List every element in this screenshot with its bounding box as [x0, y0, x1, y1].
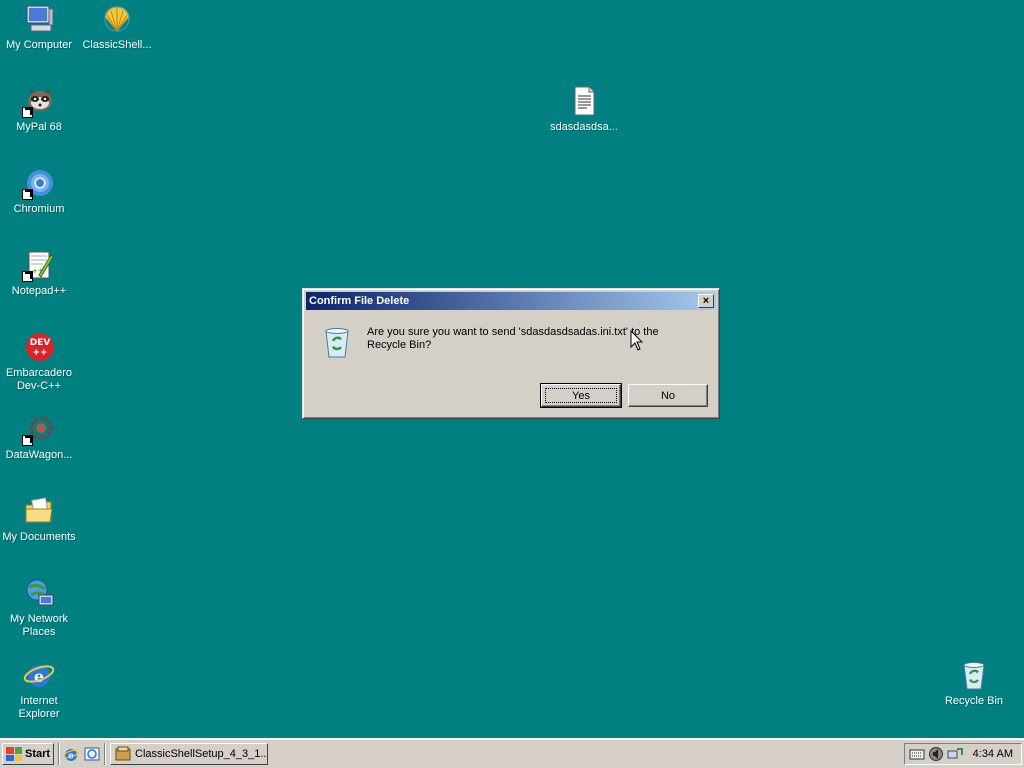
svg-text:DEV: DEV [30, 338, 51, 348]
taskbar: Start e ClassicShellSetup_4_3_1... 4:34 … [0, 738, 1024, 768]
raccoon-icon [22, 84, 56, 118]
desktop-icon-devcpp[interactable]: DEV ++ Embarcadero Dev-C++ [0, 330, 78, 393]
icon-label: Chromium [13, 203, 65, 215]
icon-label: My Computer [5, 39, 73, 51]
clock[interactable]: 4:34 AM [973, 748, 1013, 760]
icon-label: Notepad++ [11, 285, 67, 297]
shortcut-arrow-icon [22, 189, 33, 200]
system-tray: 4:34 AM [904, 743, 1022, 765]
mouse-cursor-icon [630, 329, 644, 352]
recycle-bin-icon [957, 658, 991, 692]
notepad-plus-icon: ++ [22, 248, 56, 282]
volume-icon[interactable] [928, 746, 944, 762]
icon-label: My Documents [2, 531, 76, 543]
gear-icon [22, 412, 56, 446]
no-button[interactable]: No [628, 384, 708, 407]
shortcut-arrow-icon [22, 107, 33, 118]
yes-button-label: Yes [572, 389, 590, 402]
icon-label: ClassicShell... [82, 39, 152, 51]
shell-icon [100, 2, 134, 36]
icon-label: DataWagon... [5, 449, 73, 461]
desktop-icon-recycle-bin[interactable]: Recycle Bin [935, 658, 1013, 708]
windows-flag-icon [6, 747, 22, 761]
taskbar-button-label: ClassicShellSetup_4_3_1... [135, 748, 268, 760]
close-icon: × [702, 294, 710, 307]
network-tray-icon[interactable] [947, 746, 963, 762]
devcpp-icon: DEV ++ [22, 330, 56, 364]
computer-icon [22, 2, 56, 36]
recycle-bin-icon [321, 325, 353, 359]
start-label: Start [25, 748, 51, 760]
dialog-title: Confirm File Delete [309, 295, 410, 307]
installer-icon [115, 746, 131, 761]
svg-text:++: ++ [32, 267, 44, 275]
no-button-label: No [660, 389, 676, 402]
close-button[interactable]: × [698, 294, 714, 308]
icon-label: sdasdasdsa... [550, 121, 618, 133]
desktop-icon-classicshell[interactable]: ClassicShell... [78, 2, 156, 52]
text-file-icon [567, 84, 601, 118]
folder-icon [22, 494, 56, 528]
network-icon [22, 576, 56, 610]
yes-button[interactable]: Yes [540, 383, 622, 408]
ie-quicklaunch-icon[interactable]: e [63, 746, 79, 762]
chromium-icon [22, 166, 56, 200]
desktop-icon-notepadpp[interactable]: ++ Notepad++ [0, 248, 78, 298]
start-button[interactable]: Start [2, 743, 54, 765]
ie-icon: e [22, 658, 56, 692]
desktop-icon-network[interactable]: My Network Places [0, 576, 78, 639]
icon-label: MyPal 68 [16, 121, 62, 133]
icon-label: Internet Explorer [18, 695, 60, 720]
svg-text:++: ++ [32, 348, 47, 358]
desktop-icon-datawagon[interactable]: DataWagon... [0, 412, 78, 462]
desktop-icon-my-computer[interactable]: My Computer [0, 2, 78, 52]
desktop-icon-text-file[interactable]: sdasdasdsa... [545, 84, 623, 134]
desktop-icon-chromium[interactable]: Chromium [0, 166, 78, 216]
desktop-icon-ie[interactable]: e Internet Explorer [0, 658, 78, 721]
desktop-icon-my-documents[interactable]: My Documents [0, 494, 78, 544]
confirm-delete-dialog: Confirm File Delete × Are you sure you w… [302, 288, 720, 419]
quicklaunch-separator [58, 743, 60, 765]
desktop-icon-mypal[interactable]: MyPal 68 [0, 84, 78, 134]
shortcut-arrow-icon [22, 271, 33, 282]
quicklaunch-separator [104, 743, 106, 765]
dialog-titlebar[interactable]: Confirm File Delete × [306, 292, 716, 310]
shortcut-arrow-icon [22, 435, 33, 446]
icon-label: Embarcadero Dev-C++ [5, 367, 73, 392]
show-desktop-icon[interactable] [84, 746, 100, 762]
icon-label: Recycle Bin [944, 695, 1004, 707]
taskbar-button-classicshellsetup[interactable]: ClassicShellSetup_4_3_1... [110, 743, 268, 765]
icon-label: My Network Places [9, 613, 69, 638]
keyboard-icon[interactable] [909, 746, 925, 762]
